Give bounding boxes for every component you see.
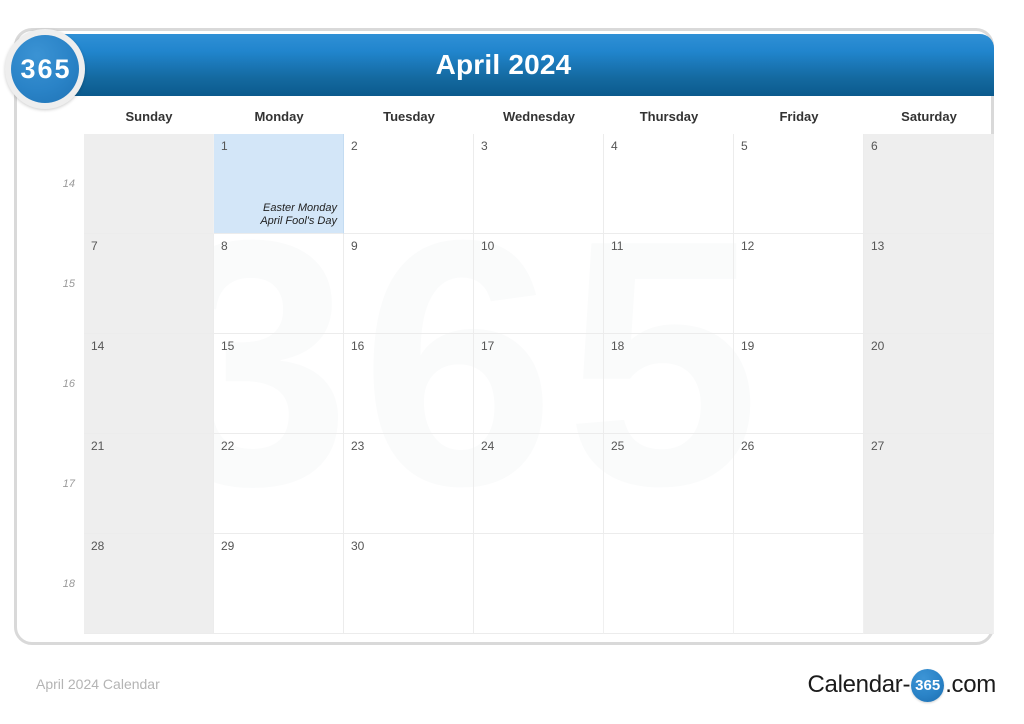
day-cell[interactable]: 8 bbox=[214, 234, 344, 334]
day-number: 23 bbox=[351, 439, 365, 453]
week-number: 16 bbox=[62, 378, 75, 390]
weekday-header-friday: Friday bbox=[779, 109, 819, 124]
day-number: 30 bbox=[351, 539, 365, 553]
day-cell-empty bbox=[474, 534, 604, 634]
week-row: 14 1 Easter Monday April Fool's Day 2 3 4 5 6 bbox=[31, 134, 994, 234]
day-number: 14 bbox=[91, 339, 105, 353]
day-cell[interactable]: 3 bbox=[474, 134, 604, 234]
day-number: 15 bbox=[221, 339, 235, 353]
day-cell[interactable]: 27 bbox=[864, 434, 994, 534]
day-cell[interactable]: 22 bbox=[214, 434, 344, 534]
day-number: 2 bbox=[351, 139, 358, 153]
calendar-grid: 3 6 5 14 1 Easter MondayApril Fool's Day 2 3 4 5… bbox=[31, 134, 994, 634]
day-number: 11 bbox=[611, 239, 624, 253]
day-cell[interactable]: 29 bbox=[214, 534, 344, 634]
week-number: 15 bbox=[62, 278, 75, 290]
day-number: 18 bbox=[611, 339, 625, 353]
weekday-header-thursday: Thursday bbox=[639, 109, 699, 124]
day-cell[interactable]: 11 bbox=[604, 234, 734, 334]
day-cell[interactable]: 9 bbox=[344, 234, 474, 334]
day-number: 20 bbox=[871, 339, 885, 353]
day-cell[interactable]: 4 bbox=[604, 134, 734, 234]
week-row: 17 21 22 23 24 25 26 27 bbox=[31, 434, 994, 534]
calendar-card: April 2024 365 Sunday Monday Tuesday Wednes… bbox=[5, 28, 994, 645]
day-number: 3 bbox=[481, 139, 488, 153]
day-events: Easter Monday April Fool's Day bbox=[260, 202, 337, 228]
day-cell[interactable]: 7 bbox=[84, 234, 214, 334]
day-cell[interactable]: 15 bbox=[214, 334, 344, 434]
day-number: 21 bbox=[91, 439, 105, 453]
day-cell[interactable]: 20 bbox=[864, 334, 994, 434]
weekday-header-sunday: Sunday bbox=[125, 109, 173, 124]
week-number: 18 bbox=[62, 578, 75, 590]
event-label: April Fool's Day bbox=[260, 215, 337, 227]
day-number: 24 bbox=[481, 439, 495, 453]
day-number: 27 bbox=[871, 439, 885, 453]
page-title: April 2024 bbox=[435, 49, 572, 80]
footer-caption: April 2024 Calendar bbox=[36, 676, 160, 692]
day-cell[interactable]: 19 bbox=[734, 334, 864, 434]
day-cell[interactable]: 21 bbox=[84, 434, 214, 534]
logo-text-suffix: .com bbox=[945, 671, 996, 698]
day-cell[interactable]: 6 bbox=[864, 134, 994, 234]
week-row: 16 14 15 16 17 18 19 20 bbox=[31, 334, 994, 434]
weekday-header-row: Sunday Monday Tuesday Wednesday Thursday Frid… bbox=[70, 103, 994, 131]
day-number: 19 bbox=[741, 339, 755, 353]
day-cell[interactable]: 14 bbox=[84, 334, 214, 434]
day-cell[interactable]: 30 bbox=[344, 534, 474, 634]
week-number: 17 bbox=[62, 478, 75, 490]
day-number: 6 bbox=[871, 139, 878, 153]
logo-text-prefix: Calendar- bbox=[807, 671, 911, 698]
day-cell[interactable]: 24 bbox=[474, 434, 604, 534]
day-cell-empty bbox=[864, 534, 994, 634]
day-cell-empty bbox=[604, 534, 734, 634]
week-number: 14 bbox=[62, 178, 75, 190]
day-cell[interactable]: 2 bbox=[344, 134, 474, 234]
day-number: 28 bbox=[91, 539, 105, 553]
logo-badge-365: 365 bbox=[911, 668, 945, 702]
day-cell[interactable]: 13 bbox=[864, 234, 994, 334]
day-number: 13 bbox=[871, 239, 885, 253]
day-number: 7 bbox=[91, 239, 98, 253]
day-cell-empty bbox=[84, 134, 214, 234]
day-number: 16 bbox=[351, 339, 365, 353]
weekday-header-wednesday: Wednesday bbox=[502, 109, 575, 124]
day-number: 25 bbox=[611, 439, 625, 453]
weekday-header-saturday: Saturday bbox=[901, 109, 957, 124]
event-label: Easter Monday bbox=[263, 202, 337, 214]
day-cell[interactable]: 5 bbox=[734, 134, 864, 234]
brand-badge-label: 365 bbox=[11, 35, 79, 103]
day-cell[interactable]: 10 bbox=[474, 234, 604, 334]
calendar-header-bar: April 2024 bbox=[53, 34, 994, 96]
day-cell-empty bbox=[734, 534, 864, 634]
week-row: 18 28 29 30 bbox=[31, 534, 994, 634]
day-cell[interactable]: 18 bbox=[604, 334, 734, 434]
brand-badge-365: 365 bbox=[5, 29, 85, 109]
day-cell[interactable]: 12 bbox=[734, 234, 864, 334]
day-number: 12 bbox=[741, 239, 755, 253]
weekday-header-tuesday: Tuesday bbox=[383, 109, 435, 124]
day-cell[interactable]: 16 bbox=[344, 334, 474, 434]
week-row: 15 7 8 9 10 11 12 13 bbox=[31, 234, 994, 334]
day-cell[interactable]: 23 bbox=[344, 434, 474, 534]
day-number: 5 bbox=[741, 139, 748, 153]
day-number: 1 bbox=[221, 139, 228, 153]
day-cell[interactable]: 28 bbox=[84, 534, 214, 634]
day-number: 26 bbox=[741, 439, 755, 453]
day-number: 9 bbox=[351, 239, 358, 253]
day-cell[interactable]: 17 bbox=[474, 334, 604, 434]
day-cell[interactable]: 26 bbox=[734, 434, 864, 534]
day-number: 8 bbox=[221, 239, 228, 253]
day-number: 17 bbox=[481, 339, 495, 353]
day-number: 29 bbox=[221, 539, 235, 553]
weekday-header-monday: Monday bbox=[254, 109, 304, 124]
day-cell[interactable]: 25 bbox=[604, 434, 734, 534]
day-number: 10 bbox=[481, 239, 495, 253]
site-logo[interactable]: Calendar- 365 .com bbox=[807, 668, 996, 702]
day-cell[interactable]: 1 Easter Monday April Fool's Day bbox=[214, 134, 344, 234]
day-number: 22 bbox=[221, 439, 235, 453]
day-number: 4 bbox=[611, 139, 618, 153]
